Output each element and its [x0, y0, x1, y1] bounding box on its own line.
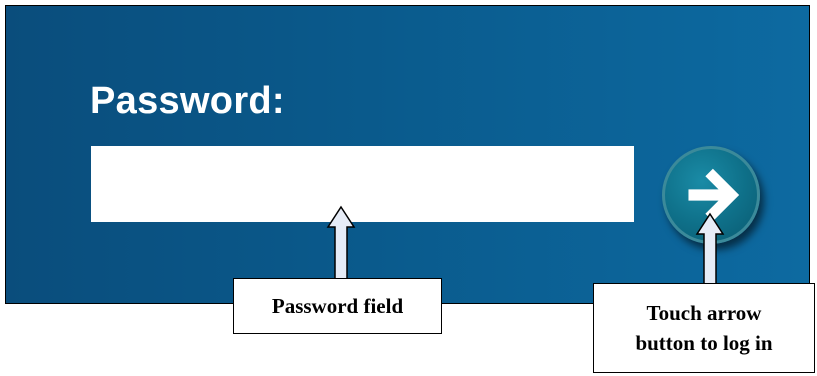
password-label: Password:	[90, 80, 285, 122]
login-callout-arrow	[695, 212, 725, 287]
password-field-callout: Password field	[233, 278, 442, 334]
password-callout-arrow	[326, 205, 356, 282]
login-screen: Password:	[5, 5, 810, 304]
login-button-callout: Touch arrow button to log in	[593, 283, 815, 373]
password-field[interactable]	[91, 146, 634, 222]
